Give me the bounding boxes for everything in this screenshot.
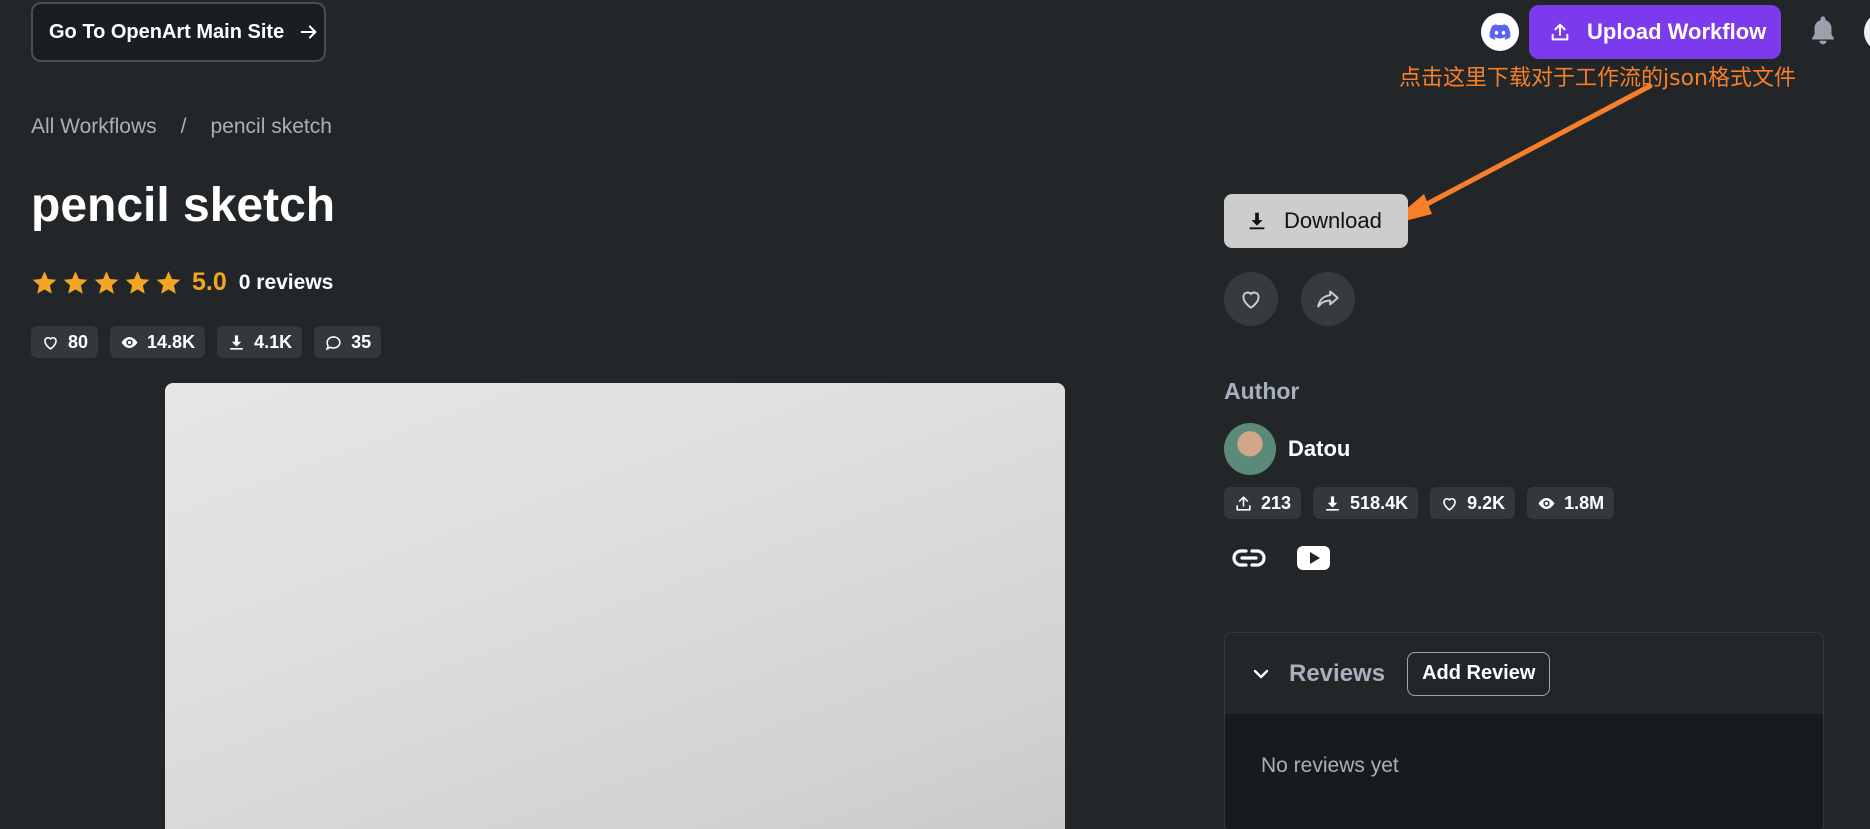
reviews-empty-state: No reviews yet xyxy=(1225,714,1823,829)
link-icon[interactable] xyxy=(1231,543,1267,573)
author-uploads-count: 213 xyxy=(1261,492,1292,513)
bell-icon[interactable] xyxy=(1808,14,1838,48)
share-button[interactable] xyxy=(1301,272,1355,326)
workflow-preview-image xyxy=(165,383,1065,829)
reviews-header: Reviews Add Review xyxy=(1225,633,1823,714)
chevron-down-icon[interactable] xyxy=(1249,662,1273,686)
star-icon xyxy=(94,271,119,294)
heart-icon xyxy=(1443,497,1456,511)
likes-count: 80 xyxy=(68,331,89,352)
author-avatar[interactable] xyxy=(1224,423,1276,475)
author-views-stat: 1.8M xyxy=(1527,487,1615,519)
reviews-panel: Reviews Add Review No reviews yet xyxy=(1224,632,1824,829)
add-review-button[interactable]: Add Review xyxy=(1407,651,1551,696)
youtube-icon[interactable] xyxy=(1297,545,1330,571)
breadcrumb-current: pencil sketch xyxy=(210,115,332,138)
comments-stat: 35 xyxy=(314,326,382,358)
downloads-count: 4.1K xyxy=(254,331,293,352)
author-likes-stat: 9.2K xyxy=(1430,487,1516,519)
author-name[interactable]: Datou xyxy=(1288,436,1350,462)
rating-value: 5.0 xyxy=(192,268,227,296)
eye-icon xyxy=(121,336,138,348)
main-site-button[interactable]: Go To OpenArt Main Site xyxy=(31,2,326,62)
reviews-title: Reviews xyxy=(1289,659,1386,687)
upload-icon xyxy=(1551,23,1569,41)
no-reviews-text: No reviews yet xyxy=(1261,754,1399,777)
upload-workflow-label: Upload Workflow xyxy=(1587,19,1767,44)
upload-icon xyxy=(1236,495,1251,511)
like-button[interactable] xyxy=(1224,272,1278,326)
author-uploads-stat: 213 xyxy=(1224,487,1302,519)
author-likes-count: 9.2K xyxy=(1467,492,1506,513)
star-icon xyxy=(125,271,150,294)
star-icon xyxy=(156,271,181,294)
heart-icon xyxy=(1242,291,1260,309)
page-title: pencil sketch xyxy=(31,179,336,232)
download-button[interactable]: Download xyxy=(1224,194,1408,248)
share-icon xyxy=(1317,290,1339,308)
breadcrumb-separator: / xyxy=(180,115,187,138)
star-icon xyxy=(63,271,88,294)
download-icon xyxy=(1249,212,1265,230)
download-label: Download xyxy=(1284,208,1382,233)
views-count: 14.8K xyxy=(147,331,196,352)
breadcrumb-all-workflows[interactable]: All Workflows xyxy=(31,115,157,139)
comment-icon xyxy=(325,335,341,350)
downloads-stat: 4.1K xyxy=(217,326,303,358)
main-site-label: Go To OpenArt Main Site xyxy=(49,20,285,43)
annotation-arrow xyxy=(1386,83,1653,226)
heart-icon xyxy=(44,336,57,350)
author-stats: 213 518.4K 9.2K 1.8M xyxy=(1224,487,1615,519)
rating: 5.0 0 reviews xyxy=(31,268,333,297)
user-avatar[interactable] xyxy=(1864,12,1870,52)
reviews-count[interactable]: 0 reviews xyxy=(239,271,334,295)
download-icon xyxy=(1326,495,1339,511)
eye-icon xyxy=(1538,497,1555,509)
upload-workflow-button[interactable]: Upload Workflow xyxy=(1529,5,1781,59)
author-section-label: Author xyxy=(1224,378,1300,404)
download-icon xyxy=(230,334,243,350)
workflow-stats: 80 14.8K 4.1K 35 xyxy=(31,326,382,358)
discord-icon[interactable] xyxy=(1481,13,1519,51)
star-icon xyxy=(32,271,57,294)
author-downloads-stat: 518.4K xyxy=(1313,487,1419,519)
comments-count: 35 xyxy=(351,331,372,352)
author-downloads-count: 518.4K xyxy=(1350,492,1409,513)
breadcrumb: All Workflows / pencil sketch xyxy=(31,115,332,139)
likes-stat: 80 xyxy=(31,326,99,358)
author-views-count: 1.8M xyxy=(1564,492,1605,513)
arrow-right-icon xyxy=(300,25,317,39)
views-stat: 14.8K xyxy=(110,326,206,358)
